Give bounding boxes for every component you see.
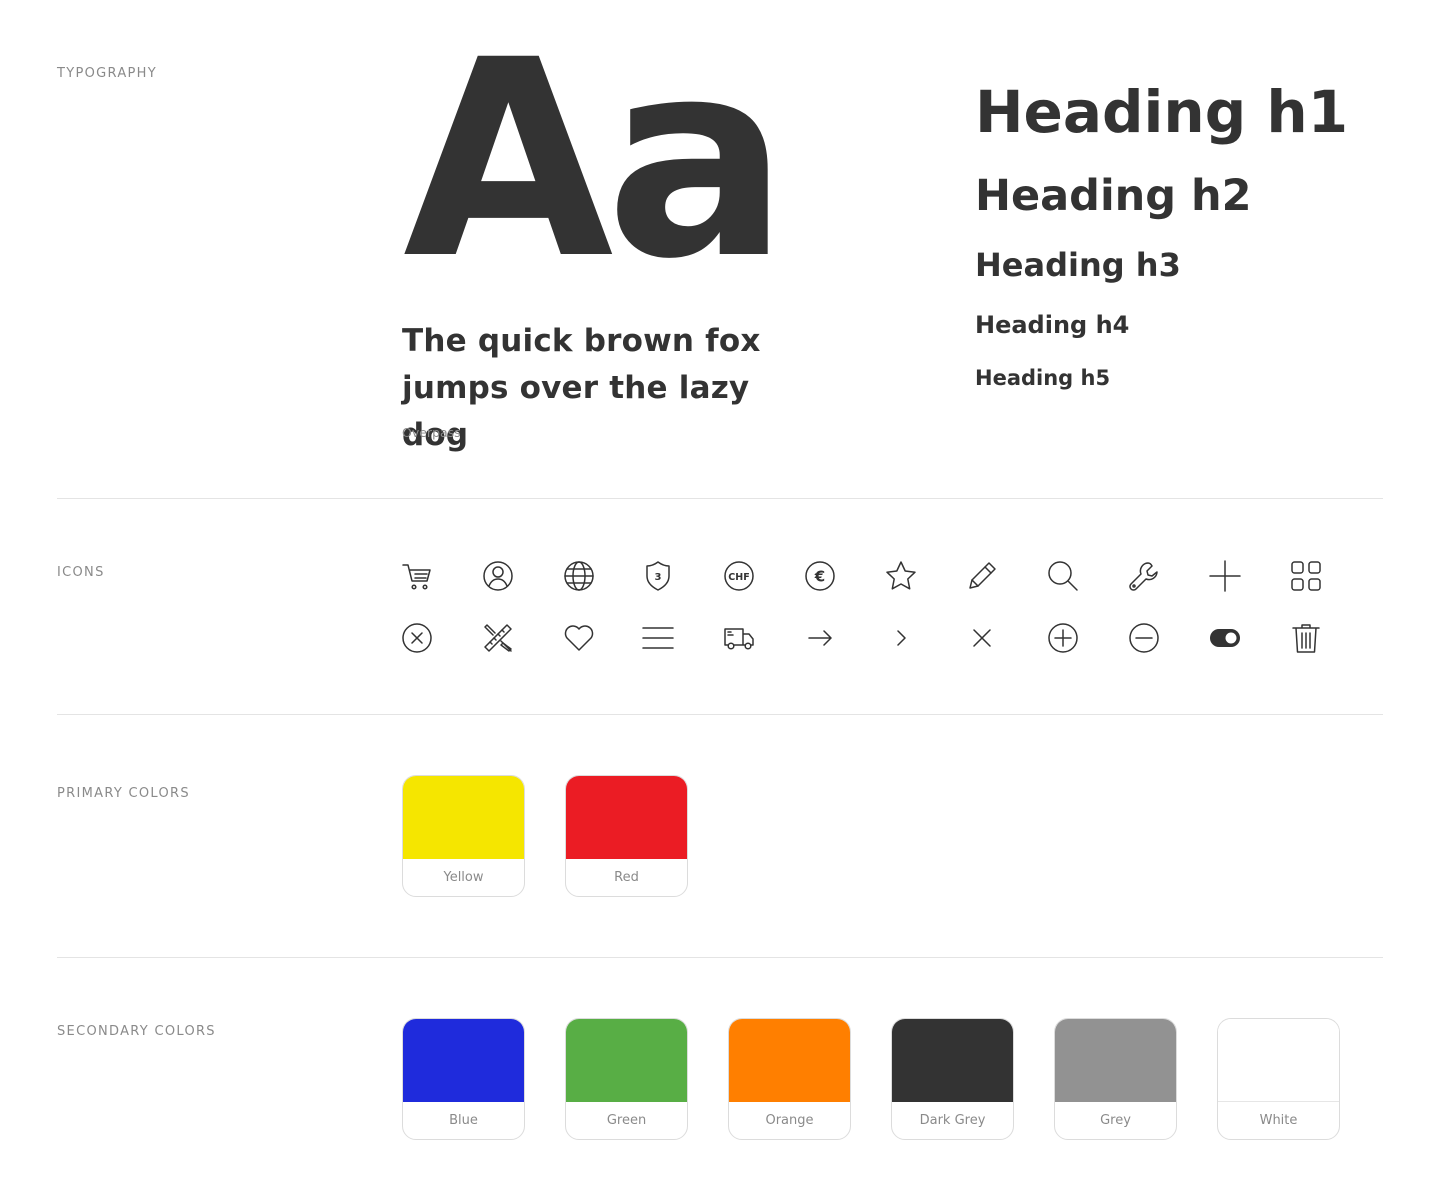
swatch-label: Orange bbox=[765, 1113, 814, 1128]
delivery-truck-icon bbox=[722, 621, 756, 655]
globe-icon bbox=[562, 559, 596, 593]
pangram-line-1: The quick brown fox bbox=[402, 323, 761, 359]
close-icon bbox=[965, 621, 999, 655]
user-icon bbox=[481, 559, 515, 593]
grid-icon bbox=[1289, 559, 1323, 593]
search-icon bbox=[1046, 559, 1080, 593]
section-divider bbox=[57, 714, 1383, 715]
close-circle-icon bbox=[400, 621, 434, 655]
swatch-label: White bbox=[1259, 1113, 1298, 1128]
chf-text: CHF bbox=[728, 572, 749, 583]
font-name-label: Overpass bbox=[402, 425, 461, 440]
swatch-color-fill bbox=[1218, 1019, 1339, 1102]
heading-h1-sample: Heading h1 bbox=[975, 78, 1349, 146]
ruler-pencil-icon bbox=[481, 621, 515, 655]
swatch-label: Green bbox=[606, 1113, 647, 1128]
swatch-label: Blue bbox=[449, 1113, 478, 1128]
swatch-color-fill bbox=[566, 1019, 687, 1102]
color-swatch-green: Green bbox=[565, 1018, 688, 1140]
chevron-right-icon bbox=[884, 621, 918, 655]
section-divider bbox=[57, 498, 1383, 499]
plus-circle-icon bbox=[1046, 621, 1080, 655]
swatch-color-fill bbox=[403, 1019, 524, 1102]
color-swatch-orange: Orange bbox=[728, 1018, 851, 1140]
heading-h3-sample: Heading h3 bbox=[975, 246, 1181, 284]
color-swatch-dark-grey: Dark Grey bbox=[891, 1018, 1014, 1140]
star-icon bbox=[884, 559, 918, 593]
swatch-color-fill bbox=[566, 776, 687, 859]
swatch-color-fill bbox=[729, 1019, 850, 1102]
plus-icon bbox=[1208, 559, 1242, 593]
swatch-label: Dark Grey bbox=[919, 1113, 986, 1128]
trash-icon bbox=[1289, 621, 1323, 655]
secondary-colors-section-label: SECONDARY COLORS bbox=[57, 1024, 216, 1039]
toggle-icon bbox=[1208, 621, 1242, 655]
swatch-label: Yellow bbox=[443, 870, 484, 885]
heading-h5-sample: Heading h5 bbox=[975, 366, 1111, 390]
section-divider bbox=[57, 957, 1383, 958]
swatch-color-fill bbox=[1055, 1019, 1176, 1102]
heading-h2-sample: Heading h2 bbox=[975, 171, 1252, 221]
swatch-label: Red bbox=[614, 870, 639, 885]
color-swatch-grey: Grey bbox=[1054, 1018, 1177, 1140]
typography-section-label: TYPOGRAPHY bbox=[57, 66, 157, 81]
pencil-icon bbox=[965, 559, 999, 593]
pangram-text: The quick brown fox jumps over the lazy … bbox=[402, 318, 822, 459]
heart-icon bbox=[562, 621, 596, 655]
chf-icon: CHF bbox=[722, 559, 756, 593]
menu-icon bbox=[641, 621, 675, 655]
primary-colors-section-label: PRIMARY COLORS bbox=[57, 786, 190, 801]
arrow-right-icon bbox=[803, 621, 837, 655]
euro-icon: € bbox=[803, 559, 837, 593]
type-specimen: Aa bbox=[403, 3, 789, 319]
wrench-icon bbox=[1127, 559, 1161, 593]
shield-number: 3 bbox=[655, 572, 662, 583]
pangram-line-2: jumps over the lazy dog bbox=[402, 370, 750, 453]
swatch-color-fill bbox=[403, 776, 524, 859]
color-swatch-yellow: Yellow bbox=[402, 775, 525, 897]
color-swatch-white: White bbox=[1217, 1018, 1340, 1140]
swatch-label: Grey bbox=[1100, 1113, 1131, 1128]
euro-text: € bbox=[814, 568, 825, 586]
minus-circle-icon bbox=[1127, 621, 1161, 655]
icons-section-label: ICONS bbox=[57, 565, 105, 580]
color-swatch-red: Red bbox=[565, 775, 688, 897]
color-swatch-blue: Blue bbox=[402, 1018, 525, 1140]
shield-3-icon: 3 bbox=[641, 559, 675, 593]
heading-h4-sample: Heading h4 bbox=[975, 311, 1130, 339]
swatch-color-fill bbox=[892, 1019, 1013, 1102]
cart-icon bbox=[400, 559, 434, 593]
